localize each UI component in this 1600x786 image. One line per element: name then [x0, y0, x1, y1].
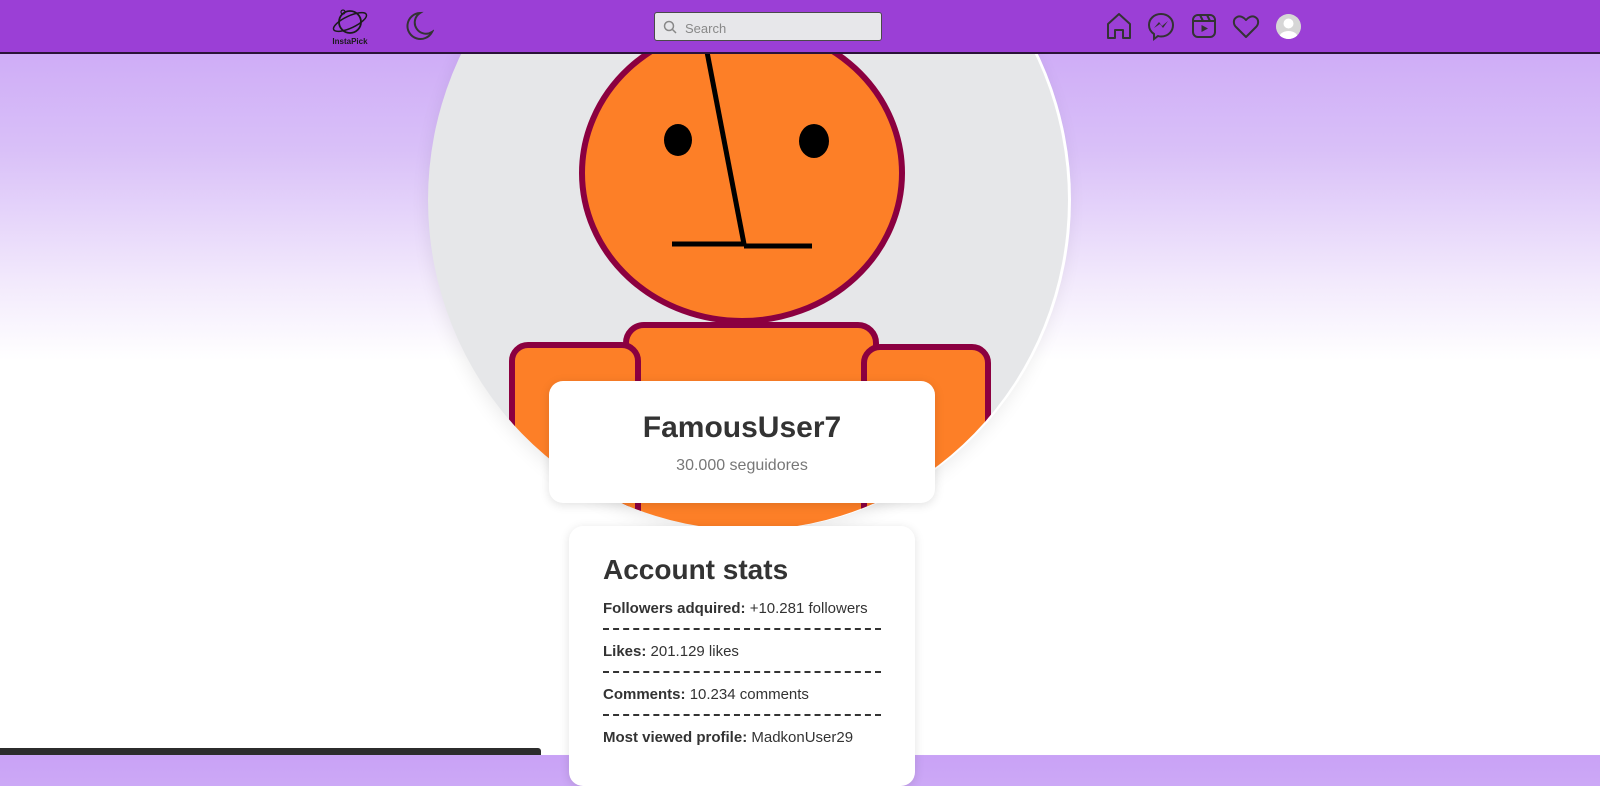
stat-label: Most viewed profile:	[603, 729, 748, 746]
moon-icon	[406, 11, 435, 40]
dark-mode-toggle[interactable]	[404, 10, 435, 42]
stat-value-link[interactable]: MadkonUser29	[751, 729, 853, 746]
instapick-logo[interactable]: InstaPick	[330, 6, 370, 48]
stats-title: Account stats	[603, 554, 789, 585]
top-navigation-bar: InstaPick	[0, 0, 1600, 54]
avatar[interactable]	[1276, 14, 1301, 39]
stat-value: +10.281 followers	[749, 600, 868, 617]
home-icon	[1107, 13, 1131, 39]
user-avatar-icon	[1276, 14, 1301, 39]
nav-reels[interactable]	[1189, 11, 1219, 41]
dashed-divider	[603, 671, 881, 674]
search-bar[interactable]	[654, 12, 882, 41]
stat-label: Comments:	[603, 686, 686, 703]
messenger-icon	[1147, 12, 1175, 41]
reels-icon	[1192, 14, 1216, 38]
dashed-divider	[603, 628, 881, 631]
planet-logo-icon	[332, 9, 368, 34]
stat-value: 10.234 comments	[689, 686, 809, 703]
nav-notifications[interactable]	[1231, 11, 1261, 41]
logo-text: InstaPick	[332, 37, 368, 46]
stat-most-viewed-profile: Most viewed profile: MadkonUser29	[603, 729, 881, 747]
stat-value: 201.129 likes	[650, 643, 739, 660]
profile-name-card: FamousUser7 30.000 seguidores	[549, 381, 935, 503]
dashed-divider	[603, 714, 881, 717]
account-stats-card: Account stats Followers adquired: +10.28…	[569, 526, 915, 786]
stat-label: Likes:	[603, 643, 647, 660]
nav-home[interactable]	[1104, 11, 1134, 41]
nav-messages[interactable]	[1146, 11, 1176, 41]
search-icon	[663, 20, 677, 34]
stat-label: Followers adquired:	[603, 600, 746, 617]
stat-likes: Likes: 201.129 likes	[603, 643, 881, 661]
browser-status-bar	[0, 748, 541, 755]
stat-followers: Followers adquired: +10.281 followers	[603, 600, 881, 618]
follower-count: 30.000 seguidores	[676, 457, 808, 474]
heart-icon	[1232, 15, 1260, 38]
search-input[interactable]	[683, 17, 877, 39]
profile-username: FamousUser7	[642, 411, 842, 444]
stat-comments: Comments: 10.234 comments	[603, 686, 881, 704]
